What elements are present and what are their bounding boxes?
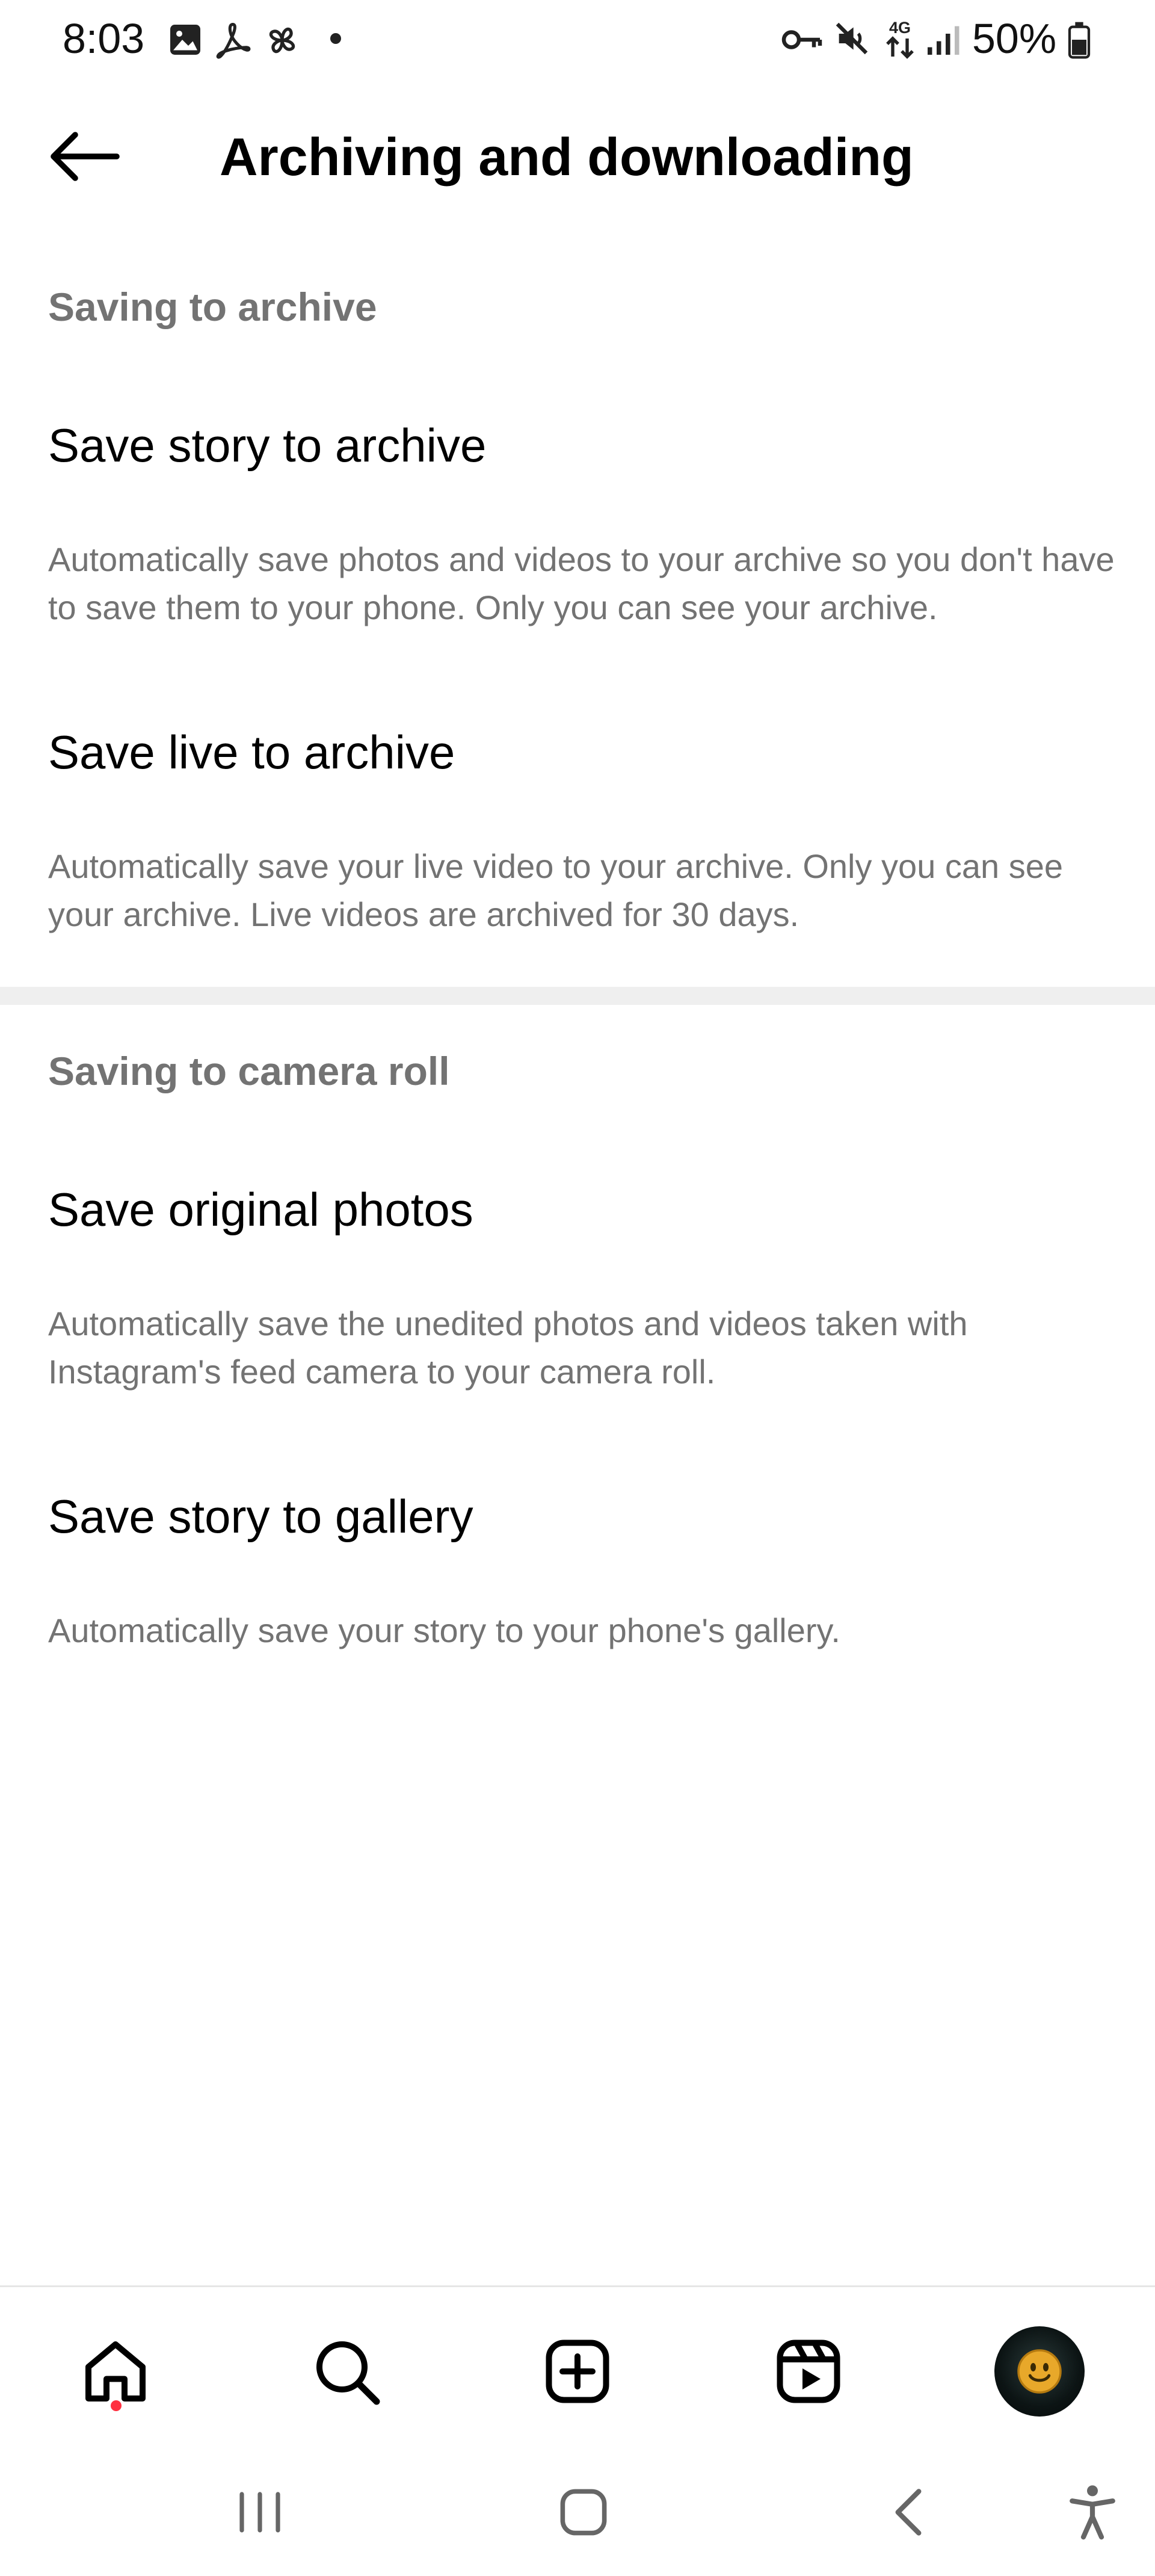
nav-create[interactable] [529,2323,626,2420]
mute-icon [836,22,868,55]
recents-icon [239,2492,280,2533]
setting-title: Save live to archive [48,726,455,779]
page-header: Archiving and downloading [0,90,1155,223]
back-button[interactable] [36,114,132,199]
page-title: Archiving and downloading [220,127,914,187]
setting-description: Automatically save the unedited photos a… [48,1305,968,1391]
section-header-archive: Saving to archive [48,285,377,329]
setting-save-original-photos[interactable]: Save original photos Automatically save … [0,1179,1155,1408]
4g-data-icon: 4G [886,19,914,59]
status-time: 8:03 [63,15,145,62]
nav-search[interactable] [298,2323,395,2420]
setting-save-story-to-gallery[interactable]: Save story to gallery Automatically save… [0,1486,1155,1667]
home-button[interactable] [541,2479,626,2545]
battery-percentage: 50% [972,15,1057,62]
nav-profile[interactable] [991,2323,1088,2420]
vpn-key-icon [781,30,822,49]
back-icon [895,2489,922,2536]
pinwheel-icon [269,27,295,54]
home-notification-dot [111,2400,122,2411]
search-icon [316,2341,380,2405]
network-label: 4G [889,19,911,37]
reels-icon [777,2340,840,2403]
accessibility-icon [1070,2485,1115,2540]
setting-title: Save story to archive [48,419,487,472]
setting-save-live-to-archive[interactable]: Save live to archive Automatically save … [0,722,1155,951]
recents-button[interactable] [218,2479,302,2545]
setting-title: Save original photos [48,1183,473,1236]
setting-title: Save story to gallery [48,1490,473,1543]
section-header-camera-roll: Saving to camera roll [48,1049,450,1093]
nav-reels[interactable] [760,2323,857,2420]
create-icon [546,2340,609,2403]
smiley-face-icon [1017,2349,1062,2394]
bottom-nav [0,2285,1155,2444]
home-icon [85,2341,146,2401]
accessibility-button[interactable] [1050,2479,1135,2545]
signal-icon [928,26,959,55]
profile-avatar [994,2326,1085,2417]
setting-save-story-to-archive[interactable]: Save story to archive Automatically save… [0,415,1155,644]
system-navigation-bar [0,2443,1155,2576]
acrobat-icon [216,22,251,59]
status-bar: 8:03 4G 50% [0,0,1155,78]
back-arrow-icon [51,132,120,181]
setting-description: Automatically save your story to your ph… [48,1611,840,1649]
system-back-button[interactable] [866,2479,950,2545]
notification-dot-icon [330,33,341,44]
battery-icon [1068,22,1091,59]
setting-description: Automatically save your live video to yo… [48,847,1064,933]
setting-description: Automatically save photos and videos to … [48,540,1115,626]
gallery-icon [170,25,200,55]
section-divider [0,987,1155,1005]
home-button-icon [560,2489,607,2536]
